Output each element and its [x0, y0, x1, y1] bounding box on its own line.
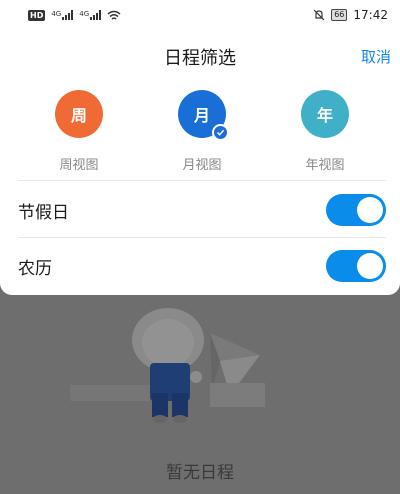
mute-icon	[313, 9, 325, 21]
clock: 17:42	[353, 8, 388, 22]
year-view-icon: 年	[301, 90, 349, 138]
page-title: 日程筛选	[164, 48, 236, 69]
cancel-button[interactable]: 取消	[361, 46, 391, 67]
empty-schedule-illustration	[70, 308, 265, 423]
holiday-toggle[interactable]	[326, 194, 386, 226]
month-view-label: 月视图	[182, 158, 222, 173]
network-gen-1: 4G	[51, 10, 62, 18]
hd-icon: HD	[28, 9, 46, 21]
signal-icon: 4G	[79, 10, 102, 20]
month-view-icon: 月	[178, 90, 229, 141]
schedule-filter-panel: 日程筛选 取消 周 周视图 月 月视图 年 年视图 节假日 农历	[0, 30, 400, 295]
signal-icon: 4G	[51, 10, 74, 20]
holiday-label: 节假日	[18, 202, 69, 223]
status-right: 66 17:42	[313, 8, 388, 22]
lunar-label: 农历	[18, 258, 52, 279]
week-view-label: 周视图	[59, 158, 99, 173]
lunar-row: 农历	[0, 238, 400, 294]
wifi-icon	[107, 10, 121, 20]
panel-header: 日程筛选 取消	[0, 30, 400, 82]
divider	[18, 180, 386, 181]
year-view-option[interactable]: 年 年视图	[285, 90, 365, 173]
week-view-option[interactable]: 周 周视图	[39, 90, 119, 173]
year-glyph: 年	[316, 106, 333, 125]
toggle-knob	[357, 253, 383, 279]
month-glyph: 月	[193, 106, 210, 125]
network-gen-2: 4G	[79, 10, 90, 18]
holiday-row: 节假日	[0, 182, 400, 238]
week-glyph: 周	[70, 106, 87, 125]
lunar-toggle[interactable]	[326, 250, 386, 282]
empty-state-text: 暂无日程	[166, 463, 234, 483]
month-view-option[interactable]: 月 月视图	[162, 90, 242, 173]
status-left: HD 4G 4G	[28, 9, 121, 21]
toggle-knob	[357, 197, 383, 223]
year-view-label: 年视图	[305, 158, 345, 173]
battery-icon: 66	[331, 9, 348, 21]
background-content: 暂无日程	[0, 295, 400, 494]
week-view-icon: 周	[55, 90, 103, 138]
view-selector: 周 周视图 月 月视图 年 年视图	[0, 90, 400, 178]
status-bar: HD 4G 4G 66 17:42	[0, 0, 400, 30]
selected-check-icon	[212, 124, 229, 141]
